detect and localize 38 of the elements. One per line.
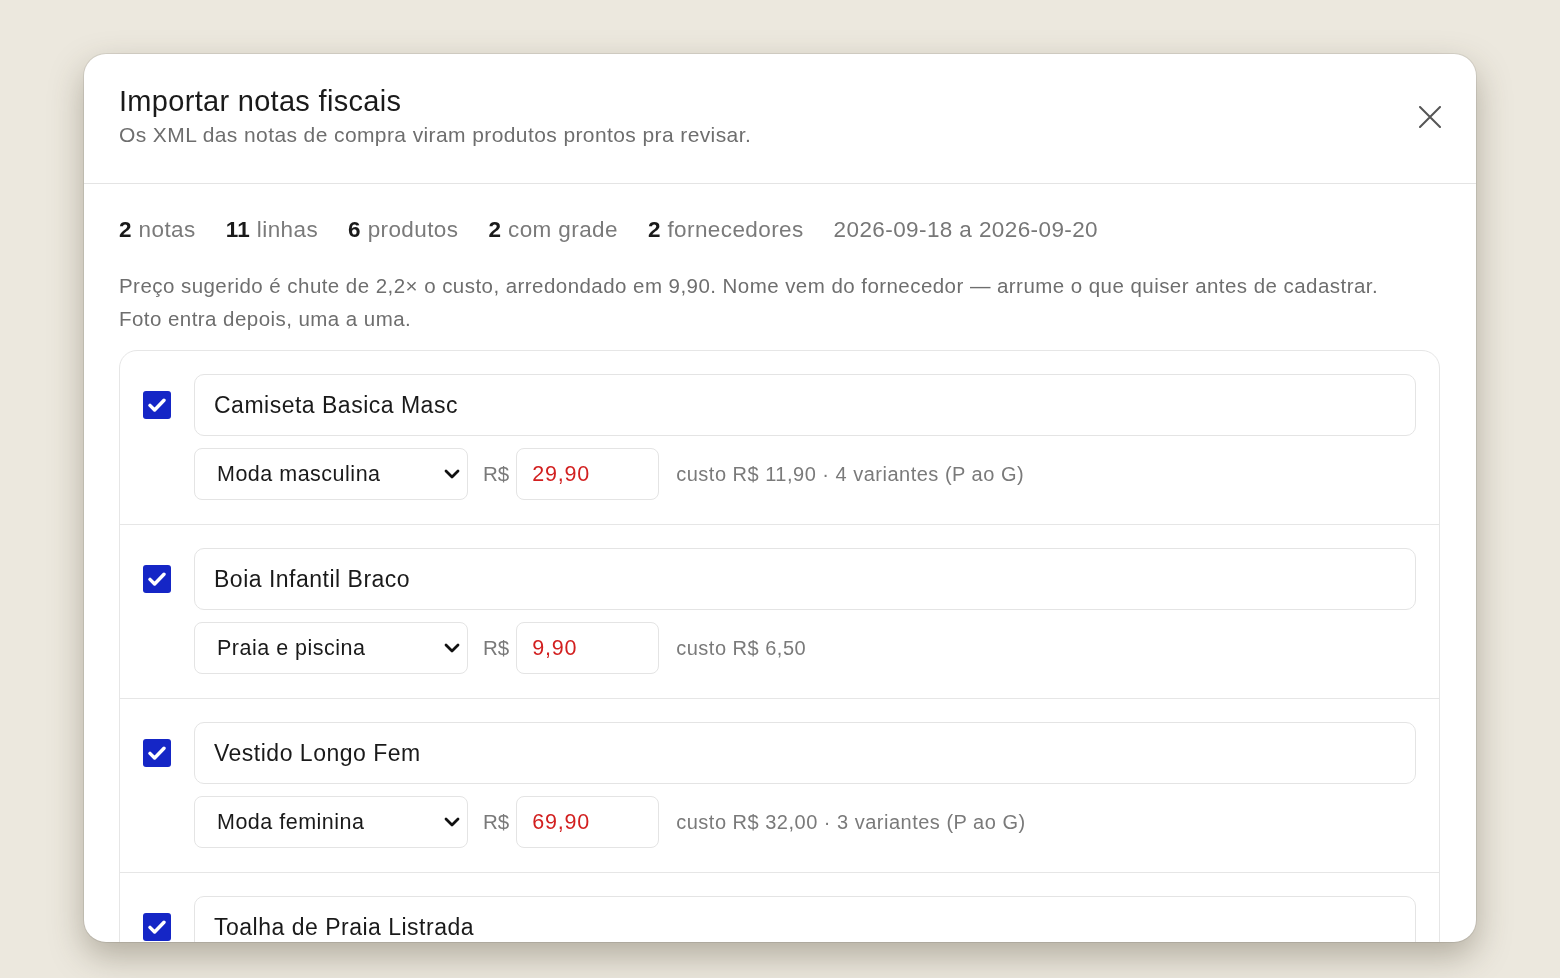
checkmark-icon <box>148 920 166 934</box>
price-field[interactable]: 29,90 <box>516 448 660 500</box>
category-select[interactable]: Moda feminina <box>194 796 468 848</box>
currency-label: R$ <box>483 810 510 834</box>
cost-info: custo R$ 32,00 · 3 variantes (P ao G) <box>676 810 1026 834</box>
product-name-field[interactable]: Vestido Longo Fem <box>194 722 1416 784</box>
pricing-note: Preço sugerido é chute de 2,2× o custo, arredondado em 9,90. Nome vem do fornecedor — arrume o que quiser antes de cadastrar. Foto entra depois, uma a uma. <box>119 273 1380 332</box>
currency-label: R$ <box>483 636 510 660</box>
chevron-down-icon <box>444 817 460 827</box>
chevron-down-icon <box>444 469 460 479</box>
product-name-field[interactable]: Toalha de Praia Listrada <box>194 896 1416 942</box>
dialog-subtitle: Os XML das notas de compra viram produtos prontos pra revisar. <box>119 123 752 147</box>
cost-info: custo R$ 6,50 <box>676 636 807 660</box>
checkbox[interactable] <box>143 391 171 419</box>
product-name-field[interactable]: Boia Infantil Braco <box>194 548 1416 610</box>
checkbox[interactable] <box>143 739 171 767</box>
checkbox[interactable] <box>143 565 171 593</box>
currency-label: R$ <box>483 462 510 486</box>
date-range: 2026-09-18 a 2026-09-20 <box>833 216 1098 244</box>
dialog-title: Importar notas fiscais <box>119 84 403 118</box>
price-field[interactable]: 69,90 <box>516 796 660 848</box>
summary-stat: 2 notas <box>119 216 196 244</box>
checkbox[interactable] <box>143 913 171 941</box>
summary-stat: 11 linhas <box>225 216 319 244</box>
checkmark-icon <box>148 746 166 760</box>
summary-stat: 6 produtos <box>348 216 459 244</box>
summary-stat: 2 com grade <box>488 216 618 244</box>
summary-stat: 2 fornecedores <box>647 216 804 244</box>
checkmark-icon <box>148 398 166 412</box>
price-field[interactable]: 9,90 <box>516 622 660 674</box>
category-select[interactable]: Moda masculina <box>194 448 468 500</box>
cost-info: custo R$ 11,90 · 4 variantes (P ao G) <box>676 462 1025 486</box>
close-icon <box>1419 106 1441 128</box>
close-button[interactable] <box>1419 106 1441 128</box>
category-select[interactable]: Praia e piscina <box>194 622 468 674</box>
product-name-field[interactable]: Camiseta Basica Masc <box>194 374 1416 436</box>
checkmark-icon <box>148 572 166 586</box>
chevron-down-icon <box>444 643 460 653</box>
